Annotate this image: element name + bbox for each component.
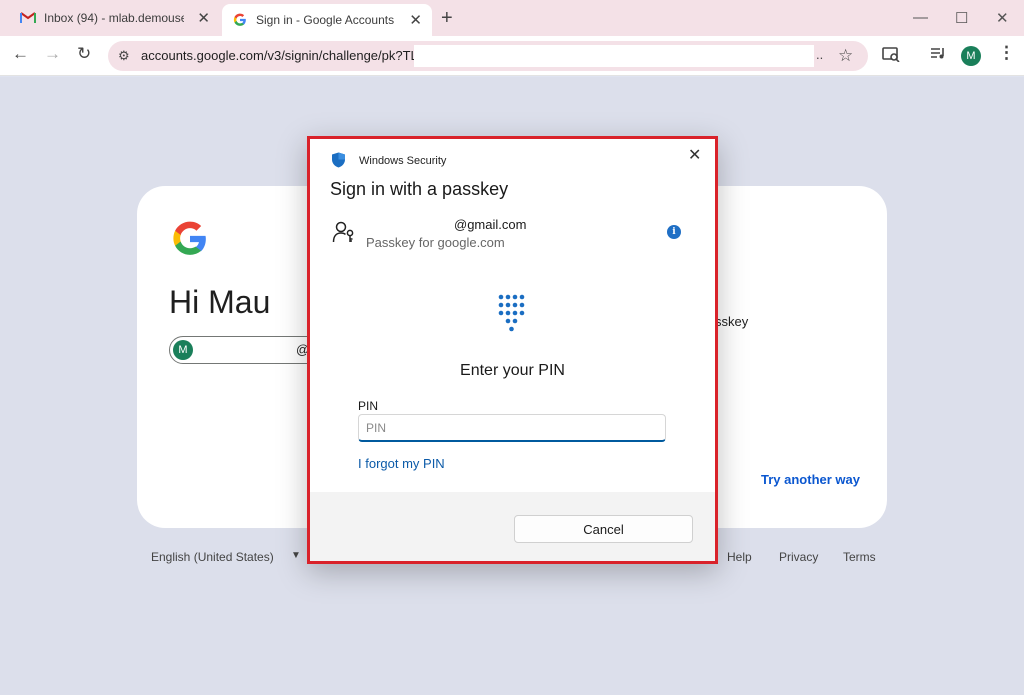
profile-avatar[interactable]: M (961, 46, 981, 66)
help-link[interactable]: Help (727, 550, 752, 564)
minimize-icon[interactable]: — (913, 9, 928, 26)
info-icon[interactable]: i (667, 225, 681, 239)
cancel-button[interactable]: Cancel (514, 515, 693, 543)
tab-title: Inbox (94) - mlab.demouser@g (44, 11, 184, 25)
cast-search-icon[interactable] (882, 46, 900, 66)
browser-toolbar: ← → ↻ ⚙ accounts.google.com/v3/signin/ch… (0, 36, 1024, 76)
dialog-app-name: Windows Security (359, 155, 447, 167)
tab-strip: Inbox (94) - mlab.demouser@g ✕ Sign in -… (0, 0, 1024, 36)
menu-icon[interactable]: ⋮ (998, 43, 1015, 63)
close-tab-icon[interactable]: ✕ (197, 9, 210, 27)
forward-icon[interactable]: → (44, 44, 61, 64)
pin-input[interactable] (358, 414, 666, 442)
close-tab-icon[interactable]: ✕ (409, 11, 422, 29)
site-settings-icon[interactable]: ⚙ (118, 48, 130, 64)
address-bar[interactable]: ⚙ accounts.google.com/v3/signin/challeng… (108, 41, 868, 71)
try-another-way-link[interactable]: Try another way (761, 472, 860, 487)
chevron-down-icon[interactable]: ▼ (291, 550, 301, 561)
tab-inbox[interactable]: Inbox (94) - mlab.demouser@g ✕ (8, 0, 220, 36)
pin-keypad-icon (496, 293, 526, 338)
passkey-text-fragment: sskey (715, 314, 749, 329)
url-text: accounts.google.com/v3/signin/challenge/… (141, 48, 426, 63)
close-icon[interactable]: ✕ (688, 145, 701, 165)
windows-security-dialog: Windows Security ✕ Sign in with a passke… (307, 136, 718, 564)
back-icon[interactable]: ← (12, 44, 29, 64)
pin-heading: Enter your PIN (460, 362, 565, 379)
windows-security-shield-icon (331, 152, 346, 173)
url-redacted-area (414, 45, 814, 67)
passkey-account-icon (332, 220, 356, 249)
pin-field-label: PIN (358, 399, 379, 413)
new-tab-icon[interactable]: + (441, 8, 453, 28)
maximize-icon[interactable]: ☐ (955, 9, 968, 27)
account-subtitle: Passkey for google.com (366, 235, 505, 250)
avatar: M (173, 340, 193, 360)
account-email: @gmail.com (454, 217, 527, 232)
dialog-footer: Cancel (310, 492, 715, 561)
url-truncation: .. (816, 47, 824, 62)
greeting-heading: Hi Mau (169, 284, 271, 320)
gmail-icon (20, 10, 36, 26)
tab-title: Sign in - Google Accounts (256, 13, 395, 27)
google-g-icon (232, 12, 248, 28)
terms-link[interactable]: Terms (843, 550, 876, 564)
tab-sign-in[interactable]: Sign in - Google Accounts ✕ (222, 4, 432, 36)
bookmark-star-icon[interactable]: ☆ (838, 46, 853, 66)
reload-icon[interactable]: ↻ (77, 44, 91, 64)
language-select[interactable]: English (United States) (151, 550, 274, 564)
forgot-pin-link[interactable]: I forgot my PIN (358, 456, 445, 471)
close-window-icon[interactable]: ✕ (996, 9, 1009, 27)
privacy-link[interactable]: Privacy (779, 550, 818, 564)
media-control-icon[interactable] (930, 46, 946, 64)
dialog-title: Sign in with a passkey (330, 179, 509, 199)
google-logo-icon (171, 220, 209, 263)
